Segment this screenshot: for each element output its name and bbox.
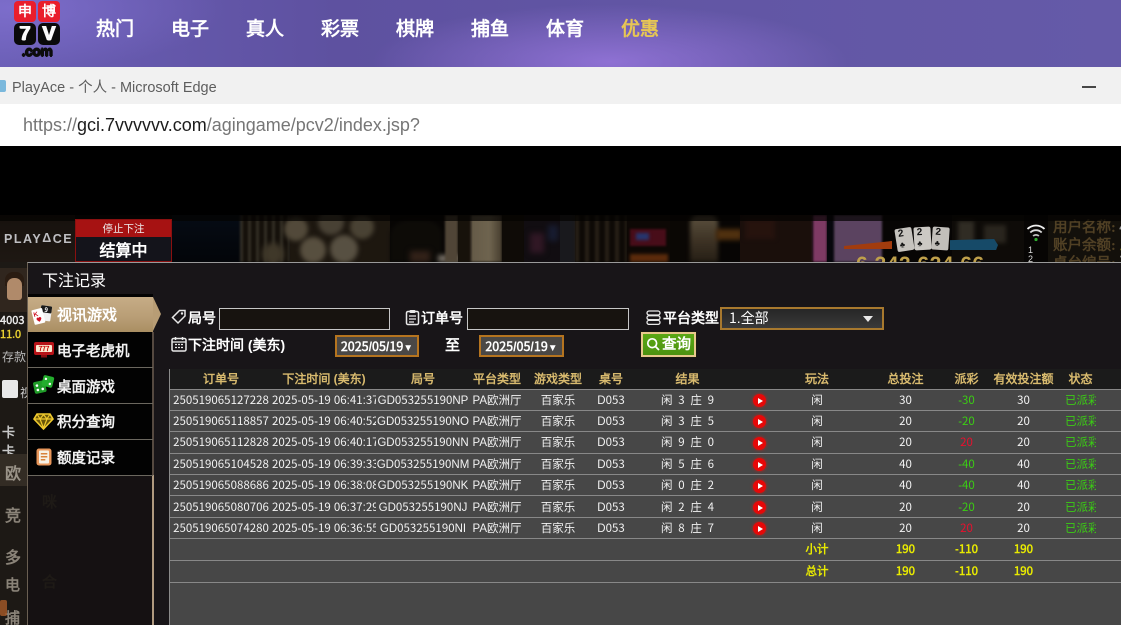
svg-text:777: 777 [39, 343, 50, 353]
